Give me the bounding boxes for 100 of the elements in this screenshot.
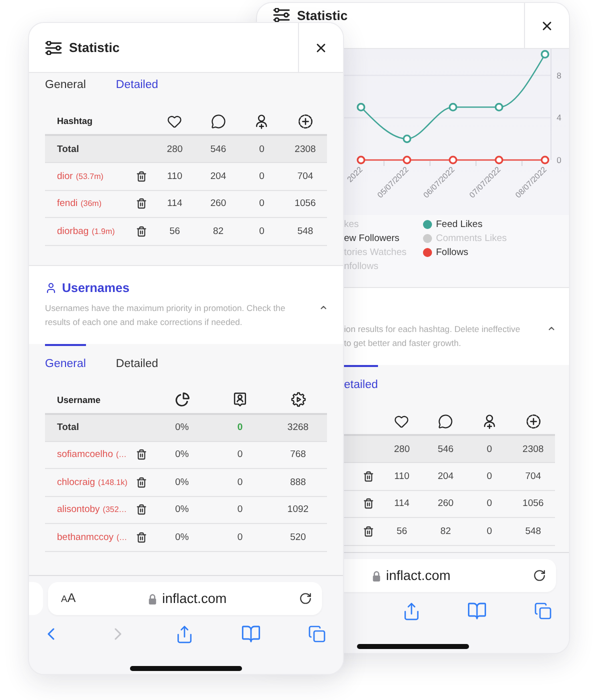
stat-value: 548	[297, 226, 314, 237]
trash-icon[interactable]	[362, 498, 374, 510]
total-value: 2308	[522, 444, 544, 454]
column-heading: Hashtag	[57, 116, 93, 126]
trash-icon[interactable]	[136, 504, 146, 516]
lock-icon	[372, 570, 381, 582]
tabs-icon[interactable]	[308, 625, 326, 643]
gear-play-icon	[290, 392, 306, 407]
stat-value: 0	[259, 170, 264, 182]
username-text: bethanmccoy	[57, 532, 114, 543]
tab[interactable]: General	[45, 77, 86, 93]
lock-icon	[148, 592, 158, 604]
trash-icon[interactable]	[136, 449, 146, 460]
stat-value: 110	[167, 170, 182, 182]
stat-value: 114	[167, 198, 182, 210]
follower-count: (53.7m)	[76, 172, 104, 181]
stat-value: 768	[290, 449, 306, 460]
trash-icon[interactable]	[362, 470, 374, 482]
stat-value: 704	[525, 470, 542, 482]
stat-value: 0	[486, 470, 492, 482]
total-value: 2308	[294, 144, 316, 154]
share-icon[interactable]	[174, 624, 194, 644]
stat-value: 0	[237, 449, 243, 460]
trash-icon[interactable]	[136, 226, 146, 237]
tab[interactable]: Detailed	[116, 344, 158, 372]
address-bar[interactable]: inflact.com	[344, 559, 556, 592]
data-point	[356, 102, 366, 112]
follower-count: (1.9m)	[92, 226, 115, 236]
stat-value: 0	[486, 526, 492, 537]
trash-icon[interactable]	[136, 170, 146, 182]
stat-value: 520	[290, 532, 306, 543]
stat-value: 260	[438, 498, 454, 510]
stat-value: 1092	[287, 504, 309, 516]
stat-value: 0%	[175, 504, 189, 516]
url-text: inflact.com	[386, 568, 451, 583]
follower-count: (148.1k)	[98, 478, 128, 487]
tab[interactable]: General	[45, 344, 86, 372]
hashtag-name: fendi	[57, 198, 78, 210]
trash-icon[interactable]	[136, 476, 146, 488]
legend-label[interactable]: Feed Likes	[436, 218, 482, 230]
stat-value: 888	[290, 476, 306, 488]
url-text: inflact.com	[162, 591, 227, 606]
follower-count: (36m)	[80, 199, 102, 208]
address-bar[interactable]: AA inflact.com	[48, 582, 322, 615]
total-label: Total	[57, 422, 79, 433]
stat-value: 56	[169, 226, 180, 237]
section-title: Usernames	[62, 280, 130, 296]
user-plus-icon	[255, 114, 268, 128]
total-value: 0	[237, 422, 243, 433]
column-heading: Username	[57, 394, 101, 404]
stat-value: 0	[259, 226, 264, 237]
sliders-icon	[45, 40, 62, 54]
heart-icon	[167, 114, 182, 128]
book-icon[interactable]	[467, 601, 487, 621]
trash-icon[interactable]	[136, 532, 146, 543]
follower-count: (…	[116, 532, 128, 542]
data-point	[494, 102, 504, 112]
trash-icon[interactable]	[362, 526, 374, 537]
stat-value: 0	[259, 198, 264, 210]
reload-icon[interactable]	[533, 569, 546, 582]
stat-value: 260	[210, 198, 226, 210]
username-text: sofiamcoelho	[57, 449, 113, 460]
text-size-button[interactable]: AA	[61, 590, 76, 607]
data-point	[448, 102, 458, 112]
section-description: ion results for each hashtag. Delete ineffective to get better and faster growth.	[344, 323, 522, 350]
data-point	[356, 156, 366, 164]
data-point	[402, 156, 412, 164]
username-text: chlocraig	[57, 476, 96, 488]
axis-label: 4	[556, 112, 562, 123]
caret-icon[interactable]	[547, 324, 556, 333]
hashtag-name: dior	[57, 170, 73, 182]
data-point	[448, 156, 458, 164]
axis-label: 8	[556, 70, 562, 80]
share-icon[interactable]	[402, 602, 420, 620]
reload-icon[interactable]	[299, 592, 312, 605]
sliders-icon	[273, 8, 290, 22]
plus-circle-icon	[298, 114, 313, 128]
trash-icon[interactable]	[136, 198, 146, 210]
data-point	[540, 156, 550, 164]
legend-label[interactable]: ew Followers	[344, 232, 400, 244]
stat-value: 0	[486, 498, 492, 510]
tab[interactable]: Detailed	[116, 77, 158, 93]
axis-label: 0	[556, 155, 562, 165]
tabs-icon[interactable]	[534, 602, 552, 620]
screen-title: Statistic	[297, 8, 348, 24]
stat-value: 704	[297, 170, 314, 182]
stat-value: 110	[394, 470, 410, 482]
data-point	[402, 134, 412, 144]
stat-value: 1056	[522, 498, 544, 510]
stat-value: 0	[237, 476, 243, 488]
total-value: 0	[259, 144, 264, 154]
stat-value: 0	[237, 504, 243, 516]
stat-value: 1056	[294, 198, 316, 210]
total-value: 0%	[175, 422, 189, 433]
legend-label[interactable]: Follows	[436, 246, 468, 258]
book-icon[interactable]	[240, 624, 260, 644]
speech-bubble-icon	[438, 414, 454, 428]
stat-value: 204	[210, 170, 226, 182]
stat-value: 0%	[175, 476, 189, 488]
tab[interactable]: etailed	[344, 365, 378, 393]
